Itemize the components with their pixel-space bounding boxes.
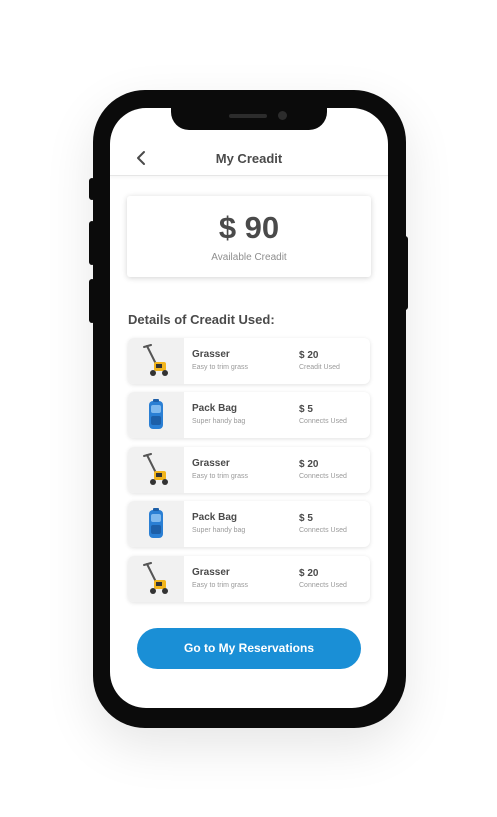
grass-trimmer-icon <box>143 344 168 376</box>
item-description: Super handy bag <box>192 527 246 534</box>
item-thumbnail <box>128 338 184 384</box>
item-thumbnail <box>128 447 184 493</box>
item-price: $ 20 <box>299 568 319 579</box>
item-price: $ 5 <box>299 513 313 524</box>
item-description: Super handy bag <box>192 418 246 425</box>
item-used-label: Creadit Used <box>299 364 340 371</box>
item-thumbnail <box>128 501 184 547</box>
list-item[interactable]: Grasser Easy to trim grass $ 20 Creadit … <box>128 338 370 384</box>
item-thumbnail <box>128 392 184 438</box>
item-used-label: Connects Used <box>299 527 347 534</box>
section-title: Details of Creadit Used: <box>128 312 275 327</box>
item-price: $ 20 <box>299 350 319 361</box>
item-name: Pack Bag <box>192 512 238 523</box>
item-used-label: Connects Used <box>299 582 347 589</box>
list-item[interactable]: Grasser Easy to trim grass $ 20 Connects… <box>128 447 370 493</box>
item-name: Pack Bag <box>192 403 238 414</box>
item-used-label: Connects Used <box>299 473 347 480</box>
item-description: Easy to trim grass <box>192 582 249 589</box>
app-header: My Creadit <box>110 144 388 176</box>
item-price: $ 20 <box>299 459 319 470</box>
list-item[interactable]: Pack Bag Super handy bag $ 5 Connects Us… <box>128 392 370 438</box>
page-title: My Creadit <box>215 151 283 166</box>
item-name: Grasser <box>192 349 230 360</box>
pack-bag-icon <box>149 508 163 538</box>
list-item[interactable]: Grasser Easy to trim grass $ 20 Connects… <box>128 556 370 602</box>
item-description: Easy to trim grass <box>192 473 249 480</box>
item-thumbnail <box>128 556 184 602</box>
credit-label: Available Creadit <box>211 252 287 263</box>
list-item[interactable]: Pack Bag Super handy bag $ 5 Connects Us… <box>128 501 370 547</box>
front-camera <box>278 111 287 120</box>
phone-screen: My Creadit $ 90 Available Creadit Detail… <box>110 108 388 708</box>
phone-notch <box>171 106 327 130</box>
speaker-grille <box>229 114 267 118</box>
credit-amount: $ 90 <box>218 210 280 245</box>
item-description: Easy to trim grass <box>192 364 249 371</box>
grass-trimmer-icon <box>143 453 168 485</box>
grass-trimmer-icon <box>143 562 168 594</box>
item-used-label: Connects Used <box>299 418 347 425</box>
item-price: $ 5 <box>299 404 313 415</box>
item-name: Grasser <box>192 458 230 469</box>
go-to-reservations-button[interactable]: Go to My Reservations <box>137 628 361 669</box>
pack-bag-icon <box>149 399 163 429</box>
available-credit-card: $ 90 Available Creadit <box>127 196 371 277</box>
item-name: Grasser <box>192 567 230 578</box>
